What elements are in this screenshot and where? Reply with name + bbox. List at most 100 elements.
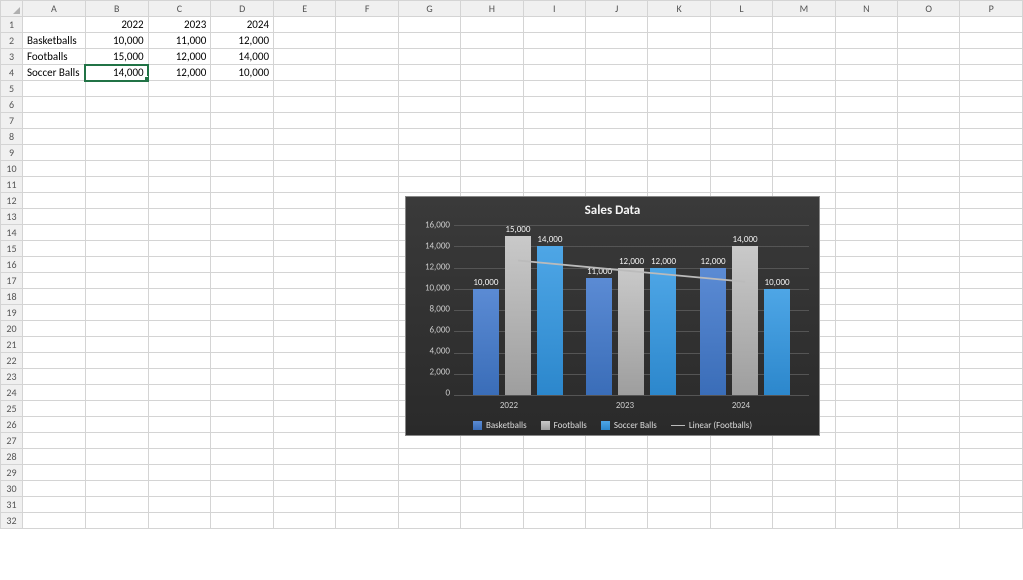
cell[interactable] (211, 305, 274, 321)
cell[interactable] (710, 513, 772, 529)
cell[interactable] (22, 513, 85, 529)
cell[interactable] (22, 145, 85, 161)
cell[interactable] (211, 241, 274, 257)
row-header[interactable]: 17 (1, 273, 23, 289)
cell[interactable] (710, 465, 772, 481)
cell[interactable] (85, 129, 148, 145)
col-header[interactable]: L (710, 1, 772, 17)
cell[interactable] (835, 321, 897, 337)
cell[interactable] (148, 257, 211, 273)
row-header[interactable]: 19 (1, 305, 23, 321)
cell[interactable] (898, 81, 960, 97)
cell[interactable] (85, 289, 148, 305)
cell[interactable] (960, 449, 1023, 465)
cell[interactable] (710, 481, 772, 497)
cell[interactable] (585, 177, 647, 193)
cell[interactable] (336, 289, 398, 305)
col-header[interactable]: E (274, 1, 336, 17)
cell[interactable] (148, 385, 211, 401)
cell[interactable] (585, 161, 647, 177)
cell[interactable] (398, 113, 460, 129)
cell[interactable] (274, 353, 336, 369)
row-header[interactable]: 12 (1, 193, 23, 209)
cell[interactable] (960, 49, 1023, 65)
cell[interactable]: 14,000 (211, 49, 274, 65)
cell[interactable] (773, 145, 835, 161)
cell[interactable] (211, 209, 274, 225)
cell[interactable]: Soccer Balls (22, 65, 85, 81)
cell[interactable] (898, 289, 960, 305)
cell[interactable] (22, 369, 85, 385)
bar-soccerballs-2022[interactable]: 14,000 (537, 246, 563, 395)
bar-footballs-2023[interactable]: 12,000 (618, 268, 644, 396)
cell[interactable] (835, 161, 897, 177)
cell[interactable] (22, 81, 85, 97)
bar-footballs-2024[interactable]: 14,000 (732, 246, 758, 395)
cell[interactable] (22, 417, 85, 433)
cell[interactable] (960, 289, 1023, 305)
cell[interactable] (710, 17, 772, 33)
cell[interactable] (274, 49, 336, 65)
cell[interactable] (960, 497, 1023, 513)
col-header[interactable]: C (148, 1, 211, 17)
cell[interactable] (835, 273, 897, 289)
cell[interactable] (85, 257, 148, 273)
cell[interactable] (461, 497, 523, 513)
cell[interactable] (85, 97, 148, 113)
cell[interactable] (336, 305, 398, 321)
cell[interactable] (773, 497, 835, 513)
cell[interactable] (835, 497, 897, 513)
col-header[interactable]: J (585, 1, 647, 17)
cell[interactable] (398, 449, 460, 465)
cell[interactable] (336, 81, 398, 97)
cell[interactable] (211, 401, 274, 417)
cell[interactable] (898, 401, 960, 417)
cell[interactable] (22, 337, 85, 353)
cell[interactable] (148, 465, 211, 481)
cell[interactable] (523, 65, 585, 81)
cell[interactable] (336, 33, 398, 49)
cell[interactable] (274, 97, 336, 113)
row-header[interactable]: 28 (1, 449, 23, 465)
cell[interactable] (898, 209, 960, 225)
cell[interactable] (898, 33, 960, 49)
cell[interactable]: 12,000 (148, 49, 211, 65)
cell[interactable] (274, 385, 336, 401)
cell[interactable] (211, 465, 274, 481)
cell[interactable] (274, 369, 336, 385)
cell[interactable] (274, 337, 336, 353)
cell[interactable] (523, 33, 585, 49)
cell[interactable] (960, 97, 1023, 113)
cell[interactable] (336, 481, 398, 497)
cell[interactable] (148, 433, 211, 449)
cell[interactable] (898, 225, 960, 241)
cell[interactable] (274, 289, 336, 305)
cell[interactable] (835, 193, 897, 209)
cell[interactable] (898, 433, 960, 449)
cell[interactable] (85, 113, 148, 129)
cell[interactable] (22, 241, 85, 257)
cell[interactable] (648, 465, 710, 481)
cell[interactable] (523, 17, 585, 33)
cell[interactable] (648, 481, 710, 497)
cell[interactable] (336, 177, 398, 193)
cell[interactable] (85, 145, 148, 161)
row-header[interactable]: 20 (1, 321, 23, 337)
cell[interactable] (960, 17, 1023, 33)
cell[interactable] (835, 385, 897, 401)
cell[interactable] (274, 193, 336, 209)
cell[interactable] (85, 273, 148, 289)
cell[interactable] (523, 49, 585, 65)
cell[interactable] (523, 497, 585, 513)
cell[interactable] (960, 305, 1023, 321)
cell[interactable] (898, 417, 960, 433)
cell[interactable] (523, 129, 585, 145)
cell[interactable] (835, 17, 897, 33)
cell[interactable] (85, 193, 148, 209)
cell[interactable] (960, 337, 1023, 353)
row-header[interactable]: 25 (1, 401, 23, 417)
cell[interactable] (773, 33, 835, 49)
col-header[interactable]: B (85, 1, 148, 17)
cell[interactable] (211, 385, 274, 401)
cell[interactable] (148, 337, 211, 353)
